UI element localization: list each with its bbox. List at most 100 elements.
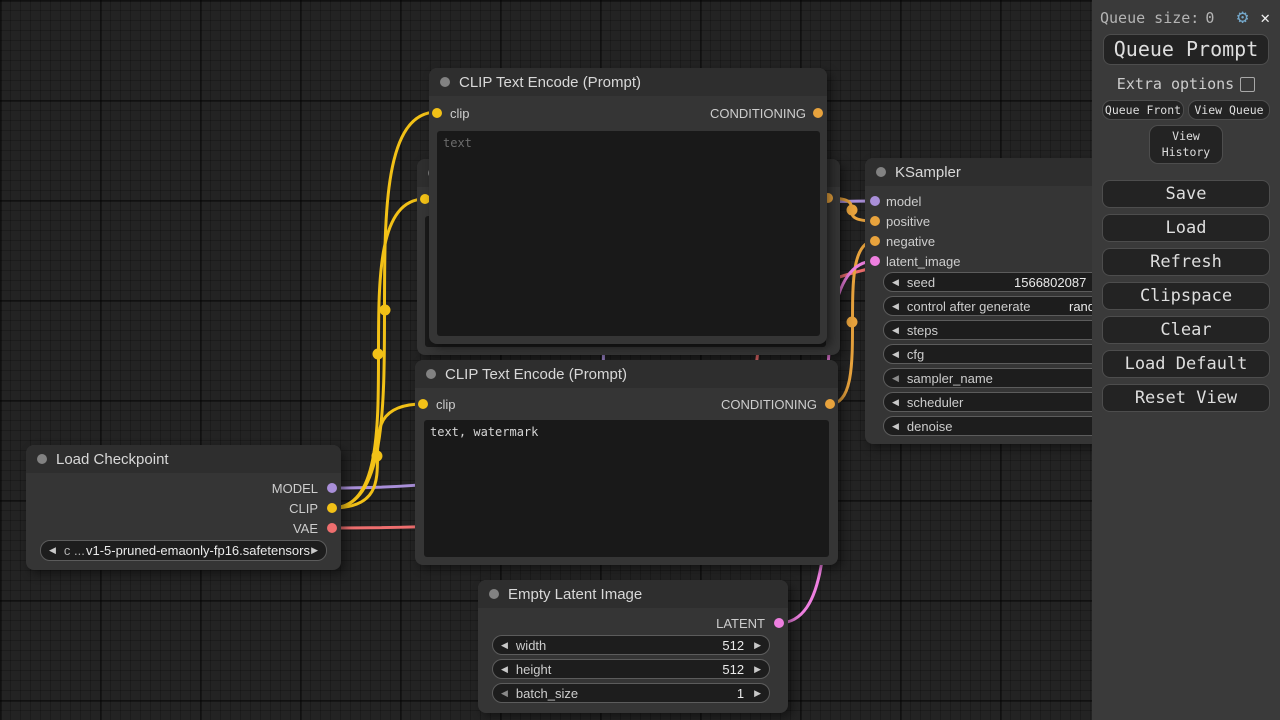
widget-batch-size[interactable]: ◀ batch_size 1 ▶ <box>492 683 770 703</box>
node-status-dot <box>876 167 886 177</box>
load-default-button[interactable]: Load Default <box>1102 350 1270 378</box>
node-graph-canvas[interactable]: be bo CLIP Text Encode (Prompt) clip CON… <box>0 0 1280 720</box>
input-slot-label: model <box>886 191 921 211</box>
input-slot-label: latent_image <box>886 251 960 271</box>
increment-arrow-icon[interactable]: ▶ <box>754 640 761 651</box>
input-port-negative[interactable] <box>870 236 880 246</box>
link-midpoint-dot <box>372 451 383 462</box>
extra-options-checkbox[interactable] <box>1240 77 1255 92</box>
widget-label: height <box>516 662 551 677</box>
widget-value: 1 <box>737 686 744 701</box>
node-clip-text-encode-top[interactable]: CLIP Text Encode (Prompt) clip CONDITION… <box>429 68 827 344</box>
widget-width[interactable]: ◀ width 512 ▶ <box>492 635 770 655</box>
node-titlebar[interactable]: CLIP Text Encode (Prompt) <box>415 360 838 388</box>
widget-label: cfg <box>907 347 924 362</box>
reset-view-button[interactable]: Reset View <box>1102 384 1270 412</box>
output-slot-label: LATENT <box>716 613 765 633</box>
queue-prompt-button[interactable]: Queue Prompt <box>1103 34 1269 65</box>
save-button[interactable]: Save <box>1102 180 1270 208</box>
node-titlebar[interactable]: Load Checkpoint <box>26 445 341 473</box>
output-slot-label: MODEL <box>272 478 318 498</box>
node-status-dot <box>489 589 499 599</box>
view-queue-button[interactable]: View Queue <box>1188 100 1270 120</box>
node-load-checkpoint[interactable]: Load Checkpoint MODEL CLIP VAE ◀ c ... v… <box>26 445 341 570</box>
output-port-model[interactable] <box>327 483 337 493</box>
view-history-button[interactable]: View History <box>1149 125 1223 164</box>
prev-option-arrow-icon[interactable]: ◀ <box>892 373 899 384</box>
prompt-textarea[interactable]: text, watermark <box>424 420 829 557</box>
output-port-clip[interactable] <box>327 503 337 513</box>
node-titlebar[interactable]: CLIP Text Encode (Prompt) <box>429 68 827 96</box>
decrement-arrow-icon[interactable]: ◀ <box>892 349 899 360</box>
output-port-latent[interactable] <box>774 618 784 628</box>
node-title: CLIP Text Encode (Prompt) <box>459 74 641 91</box>
widget-label: scheduler <box>907 395 963 410</box>
decrement-arrow-icon[interactable]: ◀ <box>501 688 508 699</box>
node-title: Empty Latent Image <box>508 586 642 603</box>
input-port-clip[interactable] <box>432 108 442 118</box>
output-slot-label: CONDITIONING <box>721 394 817 414</box>
input-slot-label: positive <box>886 211 930 231</box>
decrement-arrow-icon[interactable]: ◀ <box>892 325 899 336</box>
widget-label: denoise <box>907 419 953 434</box>
input-port-model[interactable] <box>870 196 880 206</box>
settings-gear-icon[interactable]: ⚙ <box>1237 8 1248 27</box>
node-title: Load Checkpoint <box>56 451 169 468</box>
node-clip-text-encode-bottom[interactable]: CLIP Text Encode (Prompt) clip CONDITION… <box>415 360 838 565</box>
next-option-arrow-icon[interactable]: ▶ <box>311 545 318 556</box>
output-slot-label: VAE <box>293 518 318 538</box>
load-button[interactable]: Load <box>1102 214 1270 242</box>
queue-front-button[interactable]: Queue Front <box>1102 100 1184 120</box>
link-midpoint-dot <box>380 305 391 316</box>
input-port-positive[interactable] <box>870 216 880 226</box>
widget-label: width <box>516 638 546 653</box>
input-port-latent-image[interactable] <box>870 256 880 266</box>
widget-ckpt-name[interactable]: ◀ c ... v1-5-pruned-emaonly-fp16.safeten… <box>40 540 327 561</box>
output-port-vae[interactable] <box>327 523 337 533</box>
widget-label: batch_size <box>516 686 578 701</box>
node-titlebar[interactable]: Empty Latent Image <box>478 580 788 608</box>
widget-value: v1-5-pruned-emaonly-fp16.safetensors <box>85 543 311 558</box>
link-midpoint-dot <box>847 317 858 328</box>
widget-value: 1566802087 <box>1014 275 1086 290</box>
decrement-arrow-icon[interactable]: ◀ <box>501 640 508 651</box>
clear-button[interactable]: Clear <box>1102 316 1270 344</box>
widget-value: 512 <box>722 662 744 677</box>
link-midpoint-dot <box>373 349 384 360</box>
input-slot-label: negative <box>886 231 935 251</box>
node-status-dot <box>440 77 450 87</box>
comfy-menu: Queue size: 0 ⚙ ✕ Queue Prompt Extra opt… <box>1092 0 1280 720</box>
queue-size-value: 0 <box>1205 9 1214 27</box>
output-port-conditioning[interactable] <box>813 108 823 118</box>
widget-value: 512 <box>722 638 744 653</box>
widget-label: seed <box>907 275 935 290</box>
decrement-arrow-icon[interactable]: ◀ <box>501 664 508 675</box>
widget-label: sampler_name <box>907 371 993 386</box>
close-menu-icon[interactable]: ✕ <box>1260 8 1270 27</box>
widget-label: steps <box>907 323 938 338</box>
widget-height[interactable]: ◀ height 512 ▶ <box>492 659 770 679</box>
node-title: KSampler <box>895 164 961 181</box>
input-slot-label: clip <box>450 103 470 123</box>
clipspace-button[interactable]: Clipspace <box>1102 282 1270 310</box>
prompt-textarea[interactable]: text <box>437 131 820 336</box>
increment-arrow-icon[interactable]: ▶ <box>754 664 761 675</box>
input-slot-label: clip <box>436 394 456 414</box>
output-slot-label: CLIP <box>289 498 318 518</box>
node-title: CLIP Text Encode (Prompt) <box>445 366 627 383</box>
prev-option-arrow-icon[interactable]: ◀ <box>49 545 56 556</box>
output-port-conditioning[interactable] <box>825 399 835 409</box>
node-status-dot <box>426 369 436 379</box>
input-port-clip[interactable] <box>418 399 428 409</box>
decrement-arrow-icon[interactable]: ◀ <box>892 277 899 288</box>
output-slot-label: CONDITIONING <box>710 103 806 123</box>
extra-options-label: Extra options <box>1117 75 1234 93</box>
widget-label: c ... <box>64 543 85 558</box>
decrement-arrow-icon[interactable]: ◀ <box>892 421 899 432</box>
node-status-dot <box>37 454 47 464</box>
prev-option-arrow-icon[interactable]: ◀ <box>892 301 899 312</box>
refresh-button[interactable]: Refresh <box>1102 248 1270 276</box>
node-empty-latent-image[interactable]: Empty Latent Image LATENT ◀ width 512 ▶ … <box>478 580 788 713</box>
increment-arrow-icon[interactable]: ▶ <box>754 688 761 699</box>
prev-option-arrow-icon[interactable]: ◀ <box>892 397 899 408</box>
